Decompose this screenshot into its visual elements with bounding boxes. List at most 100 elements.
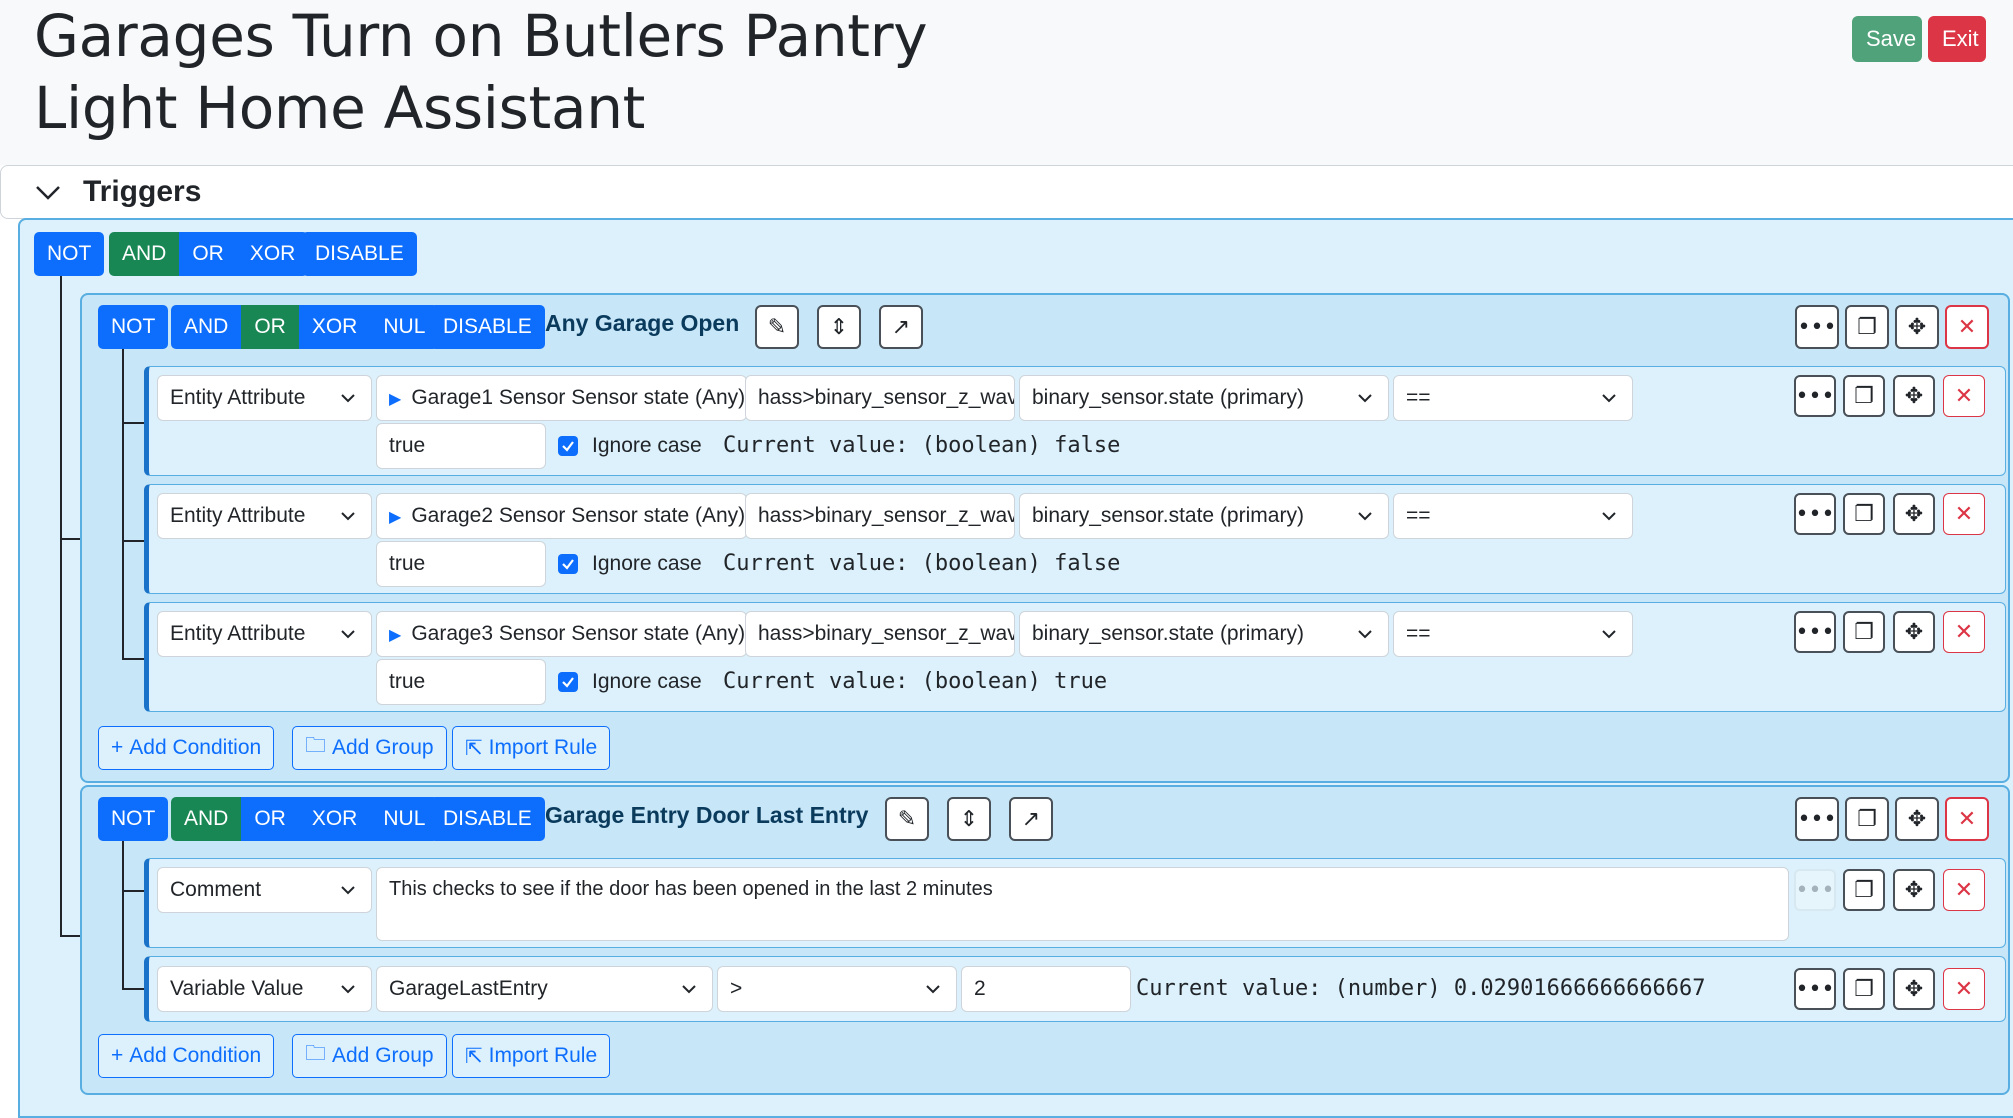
group2-add-condition-button[interactable]: + Add Condition xyxy=(98,1034,275,1078)
root-xor-button[interactable]: XOR xyxy=(236,232,309,276)
ignore-case-label: Ignore case xyxy=(592,670,702,693)
group2-xor-button[interactable]: XOR xyxy=(298,797,371,841)
comment-textarea[interactable]: This checks to see if the door has been … xyxy=(376,867,1789,941)
external-link-icon[interactable]: ↗ xyxy=(879,305,923,349)
group1-disable-button[interactable]: DISABLE xyxy=(430,305,545,349)
group2-not-button[interactable]: NOT xyxy=(98,797,169,841)
move-icon[interactable]: ✥ xyxy=(1895,797,1939,841)
close-icon[interactable]: ✕ xyxy=(1943,375,1985,417)
attribute-select[interactable]: binary_sensor.state (primary) xyxy=(1019,611,1389,657)
copy-icon[interactable]: ❐ xyxy=(1843,611,1885,653)
root-and-button[interactable]: AND xyxy=(109,232,180,276)
more-icon[interactable]: ••• xyxy=(1794,493,1836,535)
chevron-down-icon xyxy=(1602,394,1616,403)
condition-type-select[interactable]: Entity Attribute xyxy=(157,375,372,421)
more-icon[interactable]: ••• xyxy=(1794,968,1836,1010)
group1-import-rule-button[interactable]: ⇱ Import Rule xyxy=(452,726,611,770)
condition-type-value: Entity Attribute xyxy=(170,622,306,645)
entity-id-input[interactable]: hass>binary_sensor_z_wav xyxy=(745,375,1015,421)
group2-nul-button[interactable]: NUL xyxy=(370,797,439,841)
collapse-icon[interactable]: ⇕ xyxy=(817,305,861,349)
group1-or-button[interactable]: OR xyxy=(241,305,299,349)
condition-type-select[interactable]: Variable Value xyxy=(157,966,372,1012)
close-icon[interactable]: ✕ xyxy=(1945,305,1989,349)
move-icon[interactable]: ✥ xyxy=(1893,493,1935,535)
group2-disable-button[interactable]: DISABLE xyxy=(430,797,545,841)
value-input[interactable]: true xyxy=(376,423,546,469)
more-icon[interactable]: ••• xyxy=(1794,869,1836,911)
operator-select[interactable]: == xyxy=(1393,611,1633,657)
value-input[interactable]: true xyxy=(376,541,546,587)
more-icon[interactable]: ••• xyxy=(1795,305,1839,349)
attribute-select[interactable]: binary_sensor.state (primary) xyxy=(1019,375,1389,421)
copy-icon[interactable]: ❐ xyxy=(1843,869,1885,911)
condition-type-select[interactable]: Entity Attribute xyxy=(157,493,372,539)
entity-id-input[interactable]: hass>binary_sensor_z_wav xyxy=(745,611,1015,657)
entity-select[interactable]: ▶ Garage2 Sensor Sensor state (Any) xyxy=(376,493,747,539)
chevron-down-icon[interactable] xyxy=(33,178,63,208)
copy-icon[interactable]: ❐ xyxy=(1845,797,1889,841)
exit-button[interactable]: Exit xyxy=(1928,16,1986,62)
group1-not-button[interactable]: NOT xyxy=(98,305,169,349)
save-button[interactable]: Save xyxy=(1852,16,1922,62)
copy-icon[interactable]: ❐ xyxy=(1845,305,1889,349)
copy-icon[interactable]: ❐ xyxy=(1843,968,1885,1010)
copy-icon[interactable]: ❐ xyxy=(1843,493,1885,535)
condition-type-select[interactable]: Comment xyxy=(157,867,372,913)
add-group-label: Add Group xyxy=(332,1044,434,1067)
pencil-icon[interactable]: ✎ xyxy=(885,797,929,841)
triggers-section-header[interactable]: Triggers xyxy=(0,165,2013,219)
variable-select[interactable]: GarageLastEntry xyxy=(376,966,713,1012)
root-disable-button[interactable]: DISABLE xyxy=(302,232,417,276)
close-icon[interactable]: ✕ xyxy=(1943,493,1985,535)
entity-select[interactable]: ▶ Garage3 Sensor Sensor state (Any) xyxy=(376,611,747,657)
group2-add-group-button[interactable]: 🗀 Add Group xyxy=(292,1034,447,1078)
condition-type-value: Variable Value xyxy=(170,977,304,1000)
more-icon[interactable]: ••• xyxy=(1794,375,1836,417)
entity-id-input[interactable]: hass>binary_sensor_z_wav xyxy=(745,493,1015,539)
group1-and-button[interactable]: AND xyxy=(171,305,242,349)
collapse-icon[interactable]: ⇕ xyxy=(947,797,991,841)
value-input[interactable]: true xyxy=(376,659,546,705)
group1-nul-button[interactable]: NUL xyxy=(370,305,439,349)
operator-select[interactable]: == xyxy=(1393,375,1633,421)
operator-select[interactable]: == xyxy=(1393,493,1633,539)
pencil-icon[interactable]: ✎ xyxy=(755,305,799,349)
group1-add-group-button[interactable]: 🗀 Add Group xyxy=(292,726,447,770)
chevron-down-icon xyxy=(926,985,940,994)
close-icon[interactable]: ✕ xyxy=(1943,611,1985,653)
group2-or-button[interactable]: OR xyxy=(241,797,299,841)
more-icon[interactable]: ••• xyxy=(1794,611,1836,653)
condition-type-select[interactable]: Entity Attribute xyxy=(157,611,372,657)
close-icon[interactable]: ✕ xyxy=(1943,968,1985,1010)
triangle-right-icon: ▶ xyxy=(389,627,402,644)
value-input[interactable]: 2 xyxy=(961,966,1131,1012)
group2-import-rule-button[interactable]: ⇱ Import Rule xyxy=(452,1034,611,1078)
tree-line xyxy=(122,841,124,989)
move-icon[interactable]: ✥ xyxy=(1895,305,1939,349)
move-icon[interactable]: ✥ xyxy=(1893,968,1935,1010)
close-icon[interactable]: ✕ xyxy=(1943,869,1985,911)
attribute-select[interactable]: binary_sensor.state (primary) xyxy=(1019,493,1389,539)
operator-select[interactable]: > xyxy=(717,966,957,1012)
checkbox-checked-icon[interactable] xyxy=(558,554,578,574)
external-link-icon[interactable]: ↗ xyxy=(1009,797,1053,841)
group2-and-button[interactable]: AND xyxy=(171,797,242,841)
close-icon[interactable]: ✕ xyxy=(1945,797,1989,841)
move-icon[interactable]: ✥ xyxy=(1893,611,1935,653)
ignore-case-checkbox[interactable]: Ignore case xyxy=(558,552,702,576)
group1-add-condition-button[interactable]: + Add Condition xyxy=(98,726,275,770)
checkbox-checked-icon[interactable] xyxy=(558,436,578,456)
ignore-case-checkbox[interactable]: Ignore case xyxy=(558,434,702,458)
more-icon[interactable]: ••• xyxy=(1795,797,1839,841)
group1-xor-button[interactable]: XOR xyxy=(298,305,371,349)
move-icon[interactable]: ✥ xyxy=(1893,375,1935,417)
entity-select[interactable]: ▶ Garage1 Sensor Sensor state (Any) xyxy=(376,375,747,421)
copy-icon[interactable]: ❐ xyxy=(1843,375,1885,417)
move-icon[interactable]: ✥ xyxy=(1893,869,1935,911)
checkbox-checked-icon[interactable] xyxy=(558,672,578,692)
root-or-button[interactable]: OR xyxy=(179,232,237,276)
current-value-text: Current value: (boolean) true xyxy=(723,669,1108,694)
root-not-button[interactable]: NOT xyxy=(34,232,105,276)
ignore-case-checkbox[interactable]: Ignore case xyxy=(558,670,702,694)
